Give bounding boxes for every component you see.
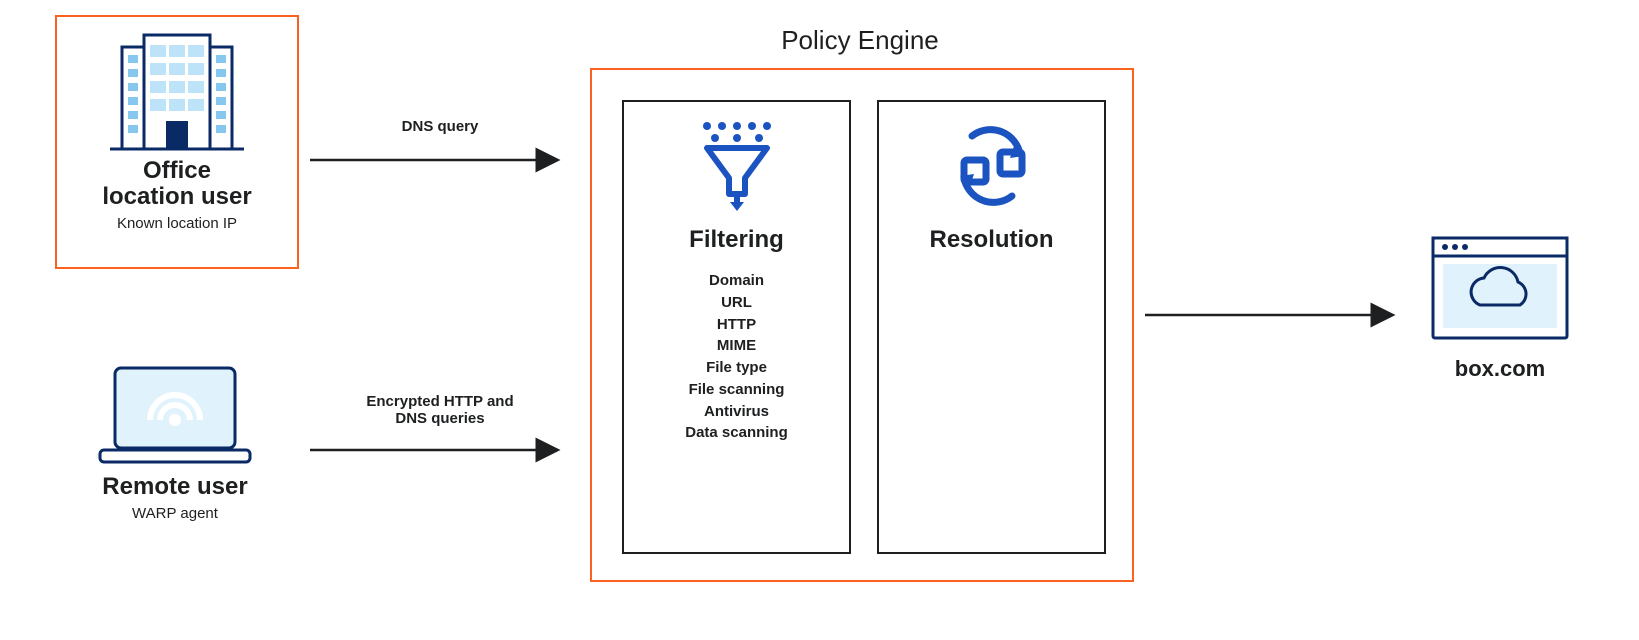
filtering-item: File type <box>624 357 849 379</box>
office-title-line1: Office <box>57 157 297 185</box>
filtering-box: Filtering Domain URL HTTP MIME File type… <box>622 100 851 554</box>
office-building-icon <box>102 27 252 157</box>
filtering-item: HTTP <box>624 314 849 336</box>
laptop-warp-icon <box>90 358 260 473</box>
funnel-filter-icon <box>687 116 787 216</box>
edge-label-https-line2: DNS queries <box>395 410 484 427</box>
filtering-item: File scanning <box>624 379 849 401</box>
remote-user-box: Remote user WARP agent <box>55 350 295 550</box>
office-title-line2: location user <box>57 183 297 211</box>
filtering-list: Domain URL HTTP MIME File type File scan… <box>624 270 849 444</box>
filtering-item: MIME <box>624 335 849 357</box>
arrow-to-destination <box>1145 300 1405 330</box>
policy-engine-box: Filtering Domain URL HTTP MIME File type… <box>590 68 1134 582</box>
office-subtitle: Known location IP <box>57 215 297 232</box>
filtering-title: Filtering <box>624 226 849 254</box>
resolution-cycle-icon <box>942 116 1042 216</box>
filtering-item: URL <box>624 292 849 314</box>
remote-title: Remote user <box>55 473 295 501</box>
remote-subtitle: WARP agent <box>55 505 295 522</box>
destination-label: box.com <box>1415 356 1585 382</box>
diagram-canvas: Office location user Known location IP R… <box>0 0 1639 640</box>
policy-engine-title: Policy Engine <box>590 25 1130 56</box>
edge-label-https-line1: Encrypted HTTP and <box>366 393 513 410</box>
resolution-title: Resolution <box>879 226 1104 254</box>
office-user-box: Office location user Known location IP <box>55 15 299 269</box>
destination-box: box.com <box>1415 230 1585 400</box>
resolution-box: Resolution <box>877 100 1106 554</box>
edge-label-dns: DNS query <box>310 118 570 135</box>
arrow-encrypted-http <box>310 435 570 465</box>
edge-label-https: Encrypted HTTP and DNS queries <box>310 393 570 427</box>
filtering-item: Data scanning <box>624 422 849 444</box>
arrow-dns-query <box>310 145 570 175</box>
filtering-item: Domain <box>624 270 849 292</box>
browser-cloud-icon <box>1425 230 1575 350</box>
filtering-item: Antivirus <box>624 401 849 423</box>
